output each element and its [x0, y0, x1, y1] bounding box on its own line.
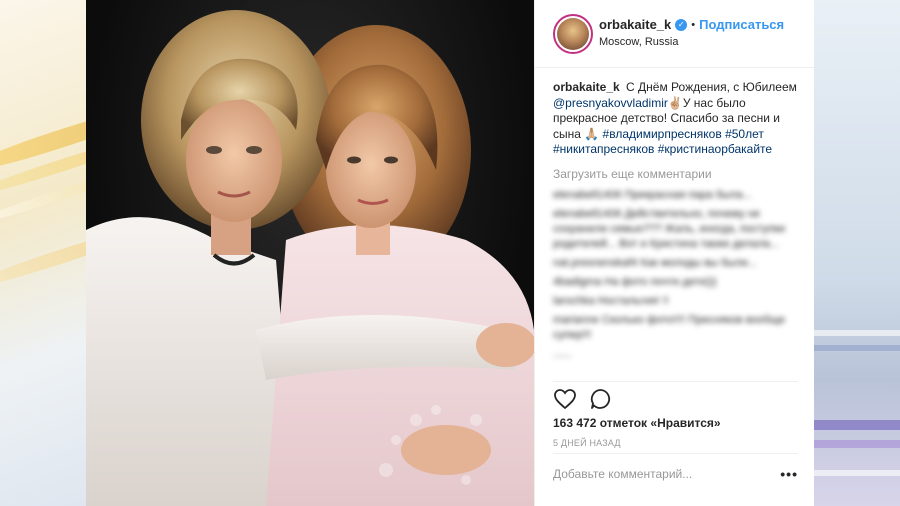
heart-icon[interactable] — [553, 387, 577, 411]
hashtag[interactable]: #50лет — [725, 127, 764, 141]
follow-button[interactable]: Подписаться — [699, 17, 784, 32]
post-header: orbakaite_k ✓ • Подписаться Moscow, Russ… — [535, 0, 815, 68]
post-actions: 163 472 отметок «Нравится» 5 ДНЕЙ НАЗАД — [553, 381, 798, 448]
comments-list[interactable]: orbakaite_k С Днём Рождения, с Юбилеем @… — [535, 68, 815, 386]
hashtag[interactable]: #владимирпресняков — [603, 127, 722, 141]
comment-item: elenabell1406 Прекрасная пара была... — [553, 189, 752, 201]
separator-dot: • — [691, 18, 696, 31]
add-comment-bar: ••• — [553, 453, 798, 493]
more-options-button[interactable]: ••• — [780, 466, 798, 482]
background-left-decor — [0, 0, 86, 506]
comment-item: larochka Ностальгия! !! — [553, 295, 669, 307]
comment-item: elenabell1406 Действительно, почему не с… — [553, 208, 786, 250]
caption-username[interactable]: orbakaite_k — [553, 80, 620, 94]
load-more-comments-link[interactable]: Загрузить еще комментарии — [553, 167, 797, 183]
comment-item: 4badigma На фото почти дети))) — [553, 276, 717, 288]
caption-text: С Днём Рождения, с Юбилеем — [626, 80, 797, 94]
hashtag[interactable]: #кристинаорбакайте — [658, 142, 772, 156]
location-link[interactable]: Moscow, Russia — [599, 36, 784, 48]
background-right-decor — [814, 0, 900, 506]
post-sidebar: orbakaite_k ✓ • Подписаться Moscow, Russ… — [534, 0, 815, 506]
hashtag[interactable]: #никитапресняков — [553, 142, 654, 156]
comment-icon[interactable] — [589, 387, 613, 411]
post-photo — [86, 0, 534, 506]
author-username[interactable]: orbakaite_k — [599, 17, 671, 32]
comment-item: ...... — [553, 348, 572, 360]
comment-item: nat.presnenskaf4 Как молоды вы были... — [553, 257, 757, 269]
add-comment-input[interactable] — [553, 466, 753, 481]
couple-photo-illustration — [86, 10, 534, 506]
verified-badge-icon: ✓ — [675, 18, 688, 31]
caption-mention[interactable]: @presnyakovvladimir — [553, 96, 668, 110]
comment-item: marianne Сколько фото!!!! Пресняков вооб… — [553, 314, 786, 341]
post-caption: orbakaite_k С Днём Рождения, с Юбилеем @… — [553, 80, 797, 158]
likes-count[interactable]: 163 472 отметок «Нравится» — [553, 416, 798, 430]
avatar[interactable] — [553, 14, 593, 54]
post-timestamp: 5 ДНЕЙ НАЗАД — [553, 438, 621, 448]
